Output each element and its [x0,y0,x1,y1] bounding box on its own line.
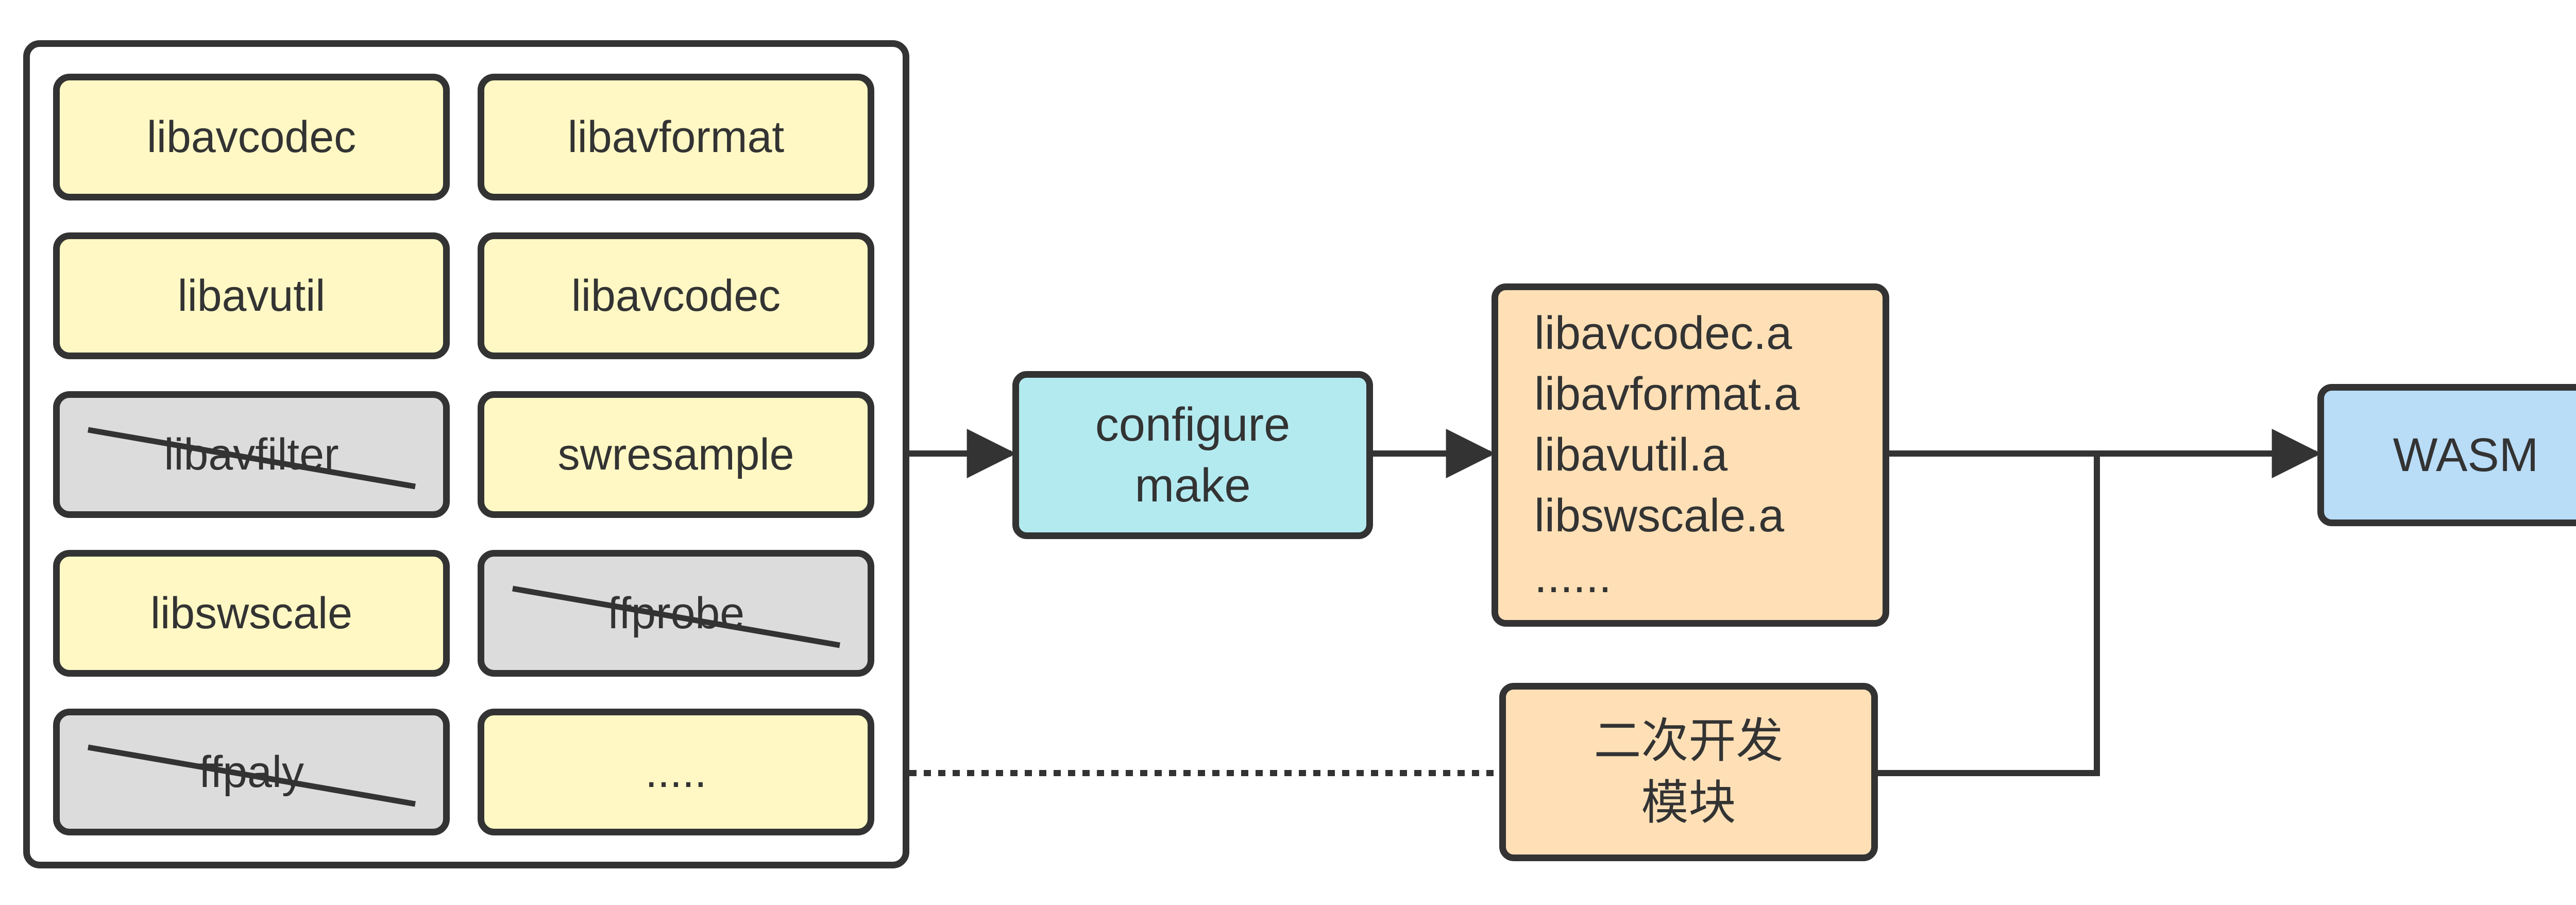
library-label: ..... [645,747,707,797]
library-box: libavcodec [53,74,450,200]
library-box: libavformat [478,74,874,200]
wasm-label: WASM [2393,428,2539,481]
secondary-module-line1: 二次开发 [1594,715,1784,767]
library-label: ffpaly [199,747,304,797]
make-label: make [1134,459,1251,512]
library-label: swresample [557,429,794,479]
configure-label: configure [1095,398,1291,451]
library-label: libavutil [177,271,326,321]
secondary-development-module-box: 二次开发 模块 [1499,683,1878,861]
library-box: libavcodec [478,232,874,359]
output-line: ...... [1534,551,1612,602]
library-label: libavformat [567,112,785,162]
output-line: libswscale.a [1534,490,1785,542]
excluded-library-box: ffpaly [53,709,450,835]
excluded-library-box: libavfilter [53,391,450,518]
configure-make-box: configure make [1012,371,1373,539]
output-line: libavformat.a [1534,368,1800,420]
library-label: ffprobe [607,588,745,638]
secondary-module-line2: 模块 [1641,777,1736,829]
library-label: libavcodec [146,112,357,162]
connector-secondary-to-main-line [1878,454,2100,776]
library-box: ..... [478,709,874,835]
library-box: libswscale [53,550,450,677]
output-line: libavcodec.a [1534,308,1792,359]
library-label: libswscale [150,588,352,638]
wasm-box: WASM [2317,384,2576,526]
library-label: libavfilter [164,429,339,479]
library-box: libavutil [53,232,450,359]
library-label: libavcodec [571,271,781,321]
library-box: swresample [478,391,874,518]
excluded-library-box: ffprobe [478,550,874,677]
output-line: libavutil.a [1534,429,1728,481]
static-libraries-box: libavcodec.a libavformat.a libavutil.a l… [1492,283,1889,627]
